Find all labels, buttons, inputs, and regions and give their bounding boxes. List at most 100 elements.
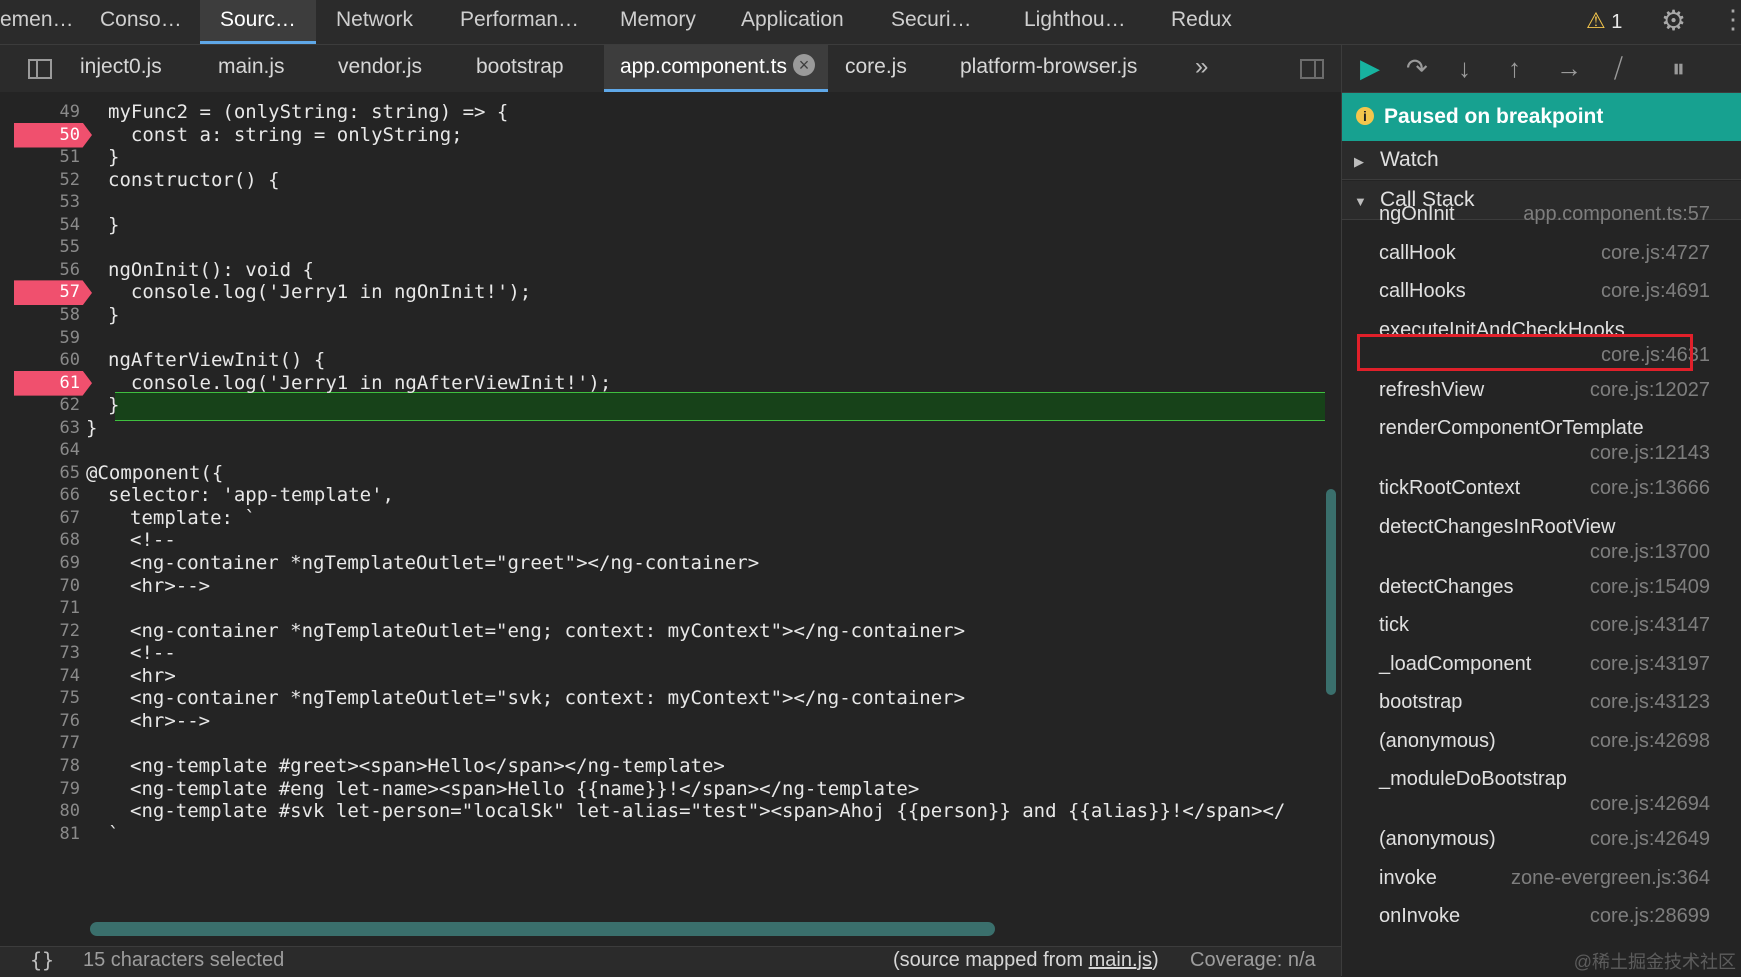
code-line[interactable]: 60 ngAfterViewInit() { [0,348,1330,373]
line-number[interactable]: 60 [14,348,80,373]
file-tab-inject0[interactable]: inject0.js [80,45,162,92]
code-line[interactable]: 62} [0,393,1330,418]
line-number[interactable]: 58 [14,303,80,328]
line-number[interactable]: 67 [14,506,80,531]
line-number[interactable]: 68 [14,528,80,553]
code-line[interactable]: 56 ngOnInit(): void { [0,258,1330,283]
line-number[interactable]: 75 [14,686,80,711]
vertical-scrollbar[interactable] [1326,489,1336,695]
call-frame-location[interactable]: zone-evergreen.js:364 [1511,867,1710,890]
line-number[interactable]: 54 [14,213,80,238]
tab-console[interactable]: Conso… [100,0,190,44]
code-line[interactable]: 80 <ng-template #svk let-person="localSk"… [0,799,1330,824]
code-line[interactable]: 53 [0,190,1330,215]
code-line[interactable]: 74 <hr> [0,664,1330,689]
code-line[interactable]: 64 [0,438,1330,463]
line-number[interactable]: 77 [14,731,80,756]
tab-elements[interactable]: emen… [0,0,74,44]
call-frame-location[interactable]: core.js:4691 [1601,280,1710,303]
resume-icon[interactable]: ▶ [1360,53,1380,83]
code-editor[interactable]: 49 myFunc2 = (onlyString: string) => {50 … [0,92,1341,934]
call-frame-location[interactable]: core.js:43147 [1590,614,1710,637]
navigator-toggle-icon[interactable] [28,59,52,79]
line-number[interactable]: 52 [14,168,80,193]
file-tab-vendor[interactable]: vendor.js [338,45,422,92]
tab-performance[interactable]: Performan… [460,0,579,44]
code-line[interactable]: 61 console.log('Jerry1 in ngAfterViewIni… [0,370,1330,396]
step-out-icon[interactable]: ↑ [1508,53,1521,83]
code-line[interactable]: 71 [0,596,1330,621]
tab-security[interactable]: Securi… [891,0,972,44]
call-frame-location[interactable]: core.js:12027 [1590,379,1710,402]
tab-application[interactable]: Application [741,0,844,44]
line-number[interactable]: 71 [14,596,80,621]
deactivate-breakpoints-icon[interactable]: ⧸ [1614,53,1623,83]
code-line[interactable]: 72 <ng-container *ngTemplateOutlet="eng; … [0,619,1330,644]
warnings-indicator[interactable]: ⚠ 1 [1586,6,1622,36]
code-line[interactable]: 50 const a: string = onlyString; [0,122,1330,148]
call-frame-name[interactable]: _moduleDoBootstrap [1379,768,1709,791]
line-number[interactable]: 70 [14,574,80,599]
call-frame-location[interactable]: app.component.ts:57 [1523,203,1710,226]
code-line[interactable]: 68 <!-- [0,528,1330,553]
line-number[interactable]: 81 [14,822,80,847]
call-frame-location[interactable]: core.js:43197 [1590,653,1710,676]
step-icon[interactable]: → [1556,53,1582,83]
code-line[interactable]: 65 @Component({ [0,461,1330,486]
tab-lighthouse[interactable]: Lighthou… [1024,0,1126,44]
call-frame-location[interactable]: core.js:28699 [1590,905,1710,928]
file-tab-platform-browser[interactable]: platform-browser.js [960,45,1137,92]
file-tab-core[interactable]: core.js [845,45,907,92]
more-tabs-chevron-icon[interactable]: » [1195,53,1208,81]
line-number[interactable]: 64 [14,438,80,463]
code-line[interactable]: 63} [0,416,1330,441]
code-line[interactable]: 59 [0,326,1330,351]
code-line[interactable]: 77 [0,731,1330,756]
tab-sources[interactable]: Sourc… [200,0,316,44]
debugger-toggle-icon[interactable] [1300,59,1324,79]
line-number[interactable]: 53 [14,190,80,215]
close-icon[interactable]: × [792,54,815,76]
horizontal-scrollbar[interactable] [90,922,995,936]
line-number[interactable]: 72 [14,619,80,644]
tab-memory[interactable]: Memory [620,0,696,44]
tab-network[interactable]: Network [336,0,413,44]
code-line[interactable]: 49 myFunc2 = (onlyString: string) => { [0,100,1330,125]
line-number[interactable]: 78 [14,754,80,779]
step-into-icon[interactable]: ↓ [1458,53,1471,83]
code-line[interactable]: 78 <ng-template #greet><span>Hello</span>… [0,754,1330,779]
tab-redux[interactable]: Redux [1171,0,1232,44]
code-line[interactable]: 52 constructor() { [0,168,1330,193]
code-line[interactable]: 55 [0,235,1330,260]
call-frame-location[interactable]: core.js:42649 [1590,828,1710,851]
line-number[interactable]: 63 [14,416,80,441]
code-line[interactable]: 73 <!-- [0,641,1330,666]
pretty-print-button[interactable]: {} [30,948,54,972]
call-frame-location[interactable]: core.js:13666 [1590,477,1710,500]
breakpoint-marker[interactable]: 57 [14,280,92,306]
line-number[interactable]: 55 [14,235,80,260]
call-frame-location[interactable]: core.js:42698 [1590,730,1710,753]
breakpoint-marker[interactable]: 61 [14,370,92,396]
line-number[interactable]: 49 [14,100,80,125]
watch-section-header[interactable]: ▶ Watch [1342,141,1741,180]
call-frame-location[interactable]: core.js:12143 [1590,442,1710,465]
line-number[interactable]: 51 [14,145,80,170]
line-number[interactable]: 79 [14,777,80,802]
code-line[interactable]: 81 ` [0,822,1330,847]
breakpoint-marker[interactable]: 50 [14,122,92,148]
line-number[interactable]: 76 [14,709,80,734]
code-line[interactable]: 67 template: ` [0,506,1330,531]
call-frame-location[interactable]: core.js:42694 [1590,793,1710,816]
line-number[interactable]: 74 [14,664,80,689]
line-number[interactable]: 62 [14,393,80,418]
file-tab-main[interactable]: main.js [218,45,285,92]
call-frame-name[interactable]: renderComponentOrTemplate [1379,417,1709,440]
call-frame-location[interactable]: core.js:43123 [1590,691,1710,714]
call-frame-location[interactable]: core.js:4727 [1601,242,1710,265]
code-line[interactable]: 66 selector: 'app-template', [0,483,1330,508]
code-line[interactable]: 79 <ng-template #eng let-name><span>Hello… [0,777,1330,802]
line-number[interactable]: 56 [14,258,80,283]
gear-icon[interactable]: ⚙ [1661,6,1686,36]
pause-on-exceptions-icon[interactable]: ⏸ [1672,53,1685,83]
